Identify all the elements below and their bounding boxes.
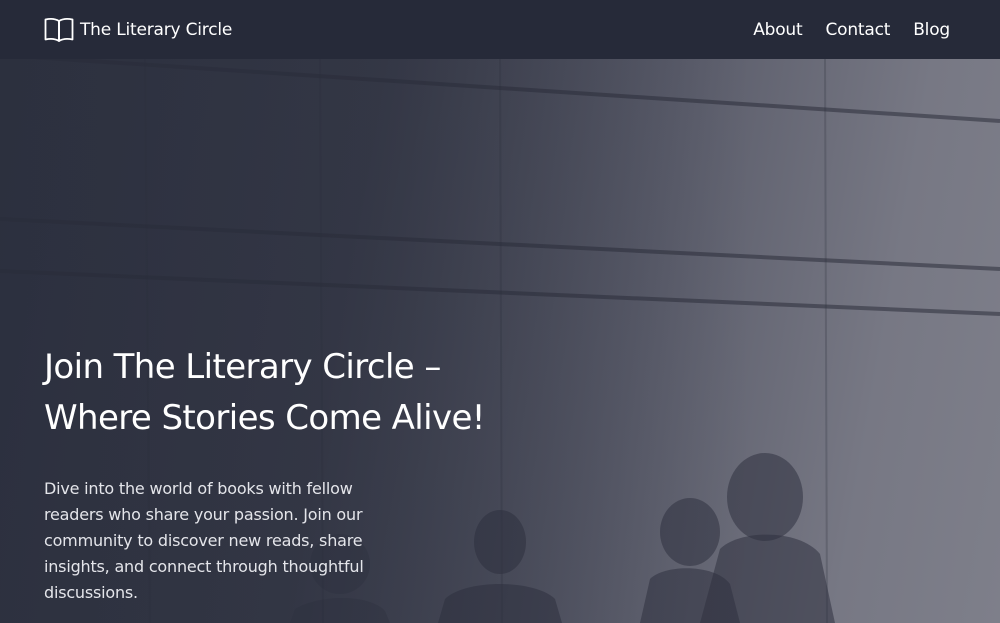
nav-link-about[interactable]: About xyxy=(753,20,802,40)
hero-description: Dive into the world of books with fellow… xyxy=(44,479,364,602)
hero-section: Join The Literary Circle – Where Stories… xyxy=(0,59,1000,623)
main-nav: About Contact Blog xyxy=(753,20,950,40)
open-book-icon xyxy=(44,17,74,42)
hero-title: Join The Literary Circle – Where Stories… xyxy=(44,342,604,444)
hero-title-line-2: Where Stories Come Alive! xyxy=(44,398,485,438)
page: The Literary Circle About Contact Blog J… xyxy=(0,0,1000,623)
top-navbar: The Literary Circle About Contact Blog xyxy=(0,0,1000,59)
brand-link[interactable]: The Literary Circle xyxy=(44,16,232,44)
nav-link-contact[interactable]: Contact xyxy=(825,20,890,40)
hero-title-line-1: Join The Literary Circle – xyxy=(44,347,441,387)
brand-name: The Literary Circle xyxy=(80,19,233,40)
nav-link-blog[interactable]: Blog xyxy=(913,20,950,40)
